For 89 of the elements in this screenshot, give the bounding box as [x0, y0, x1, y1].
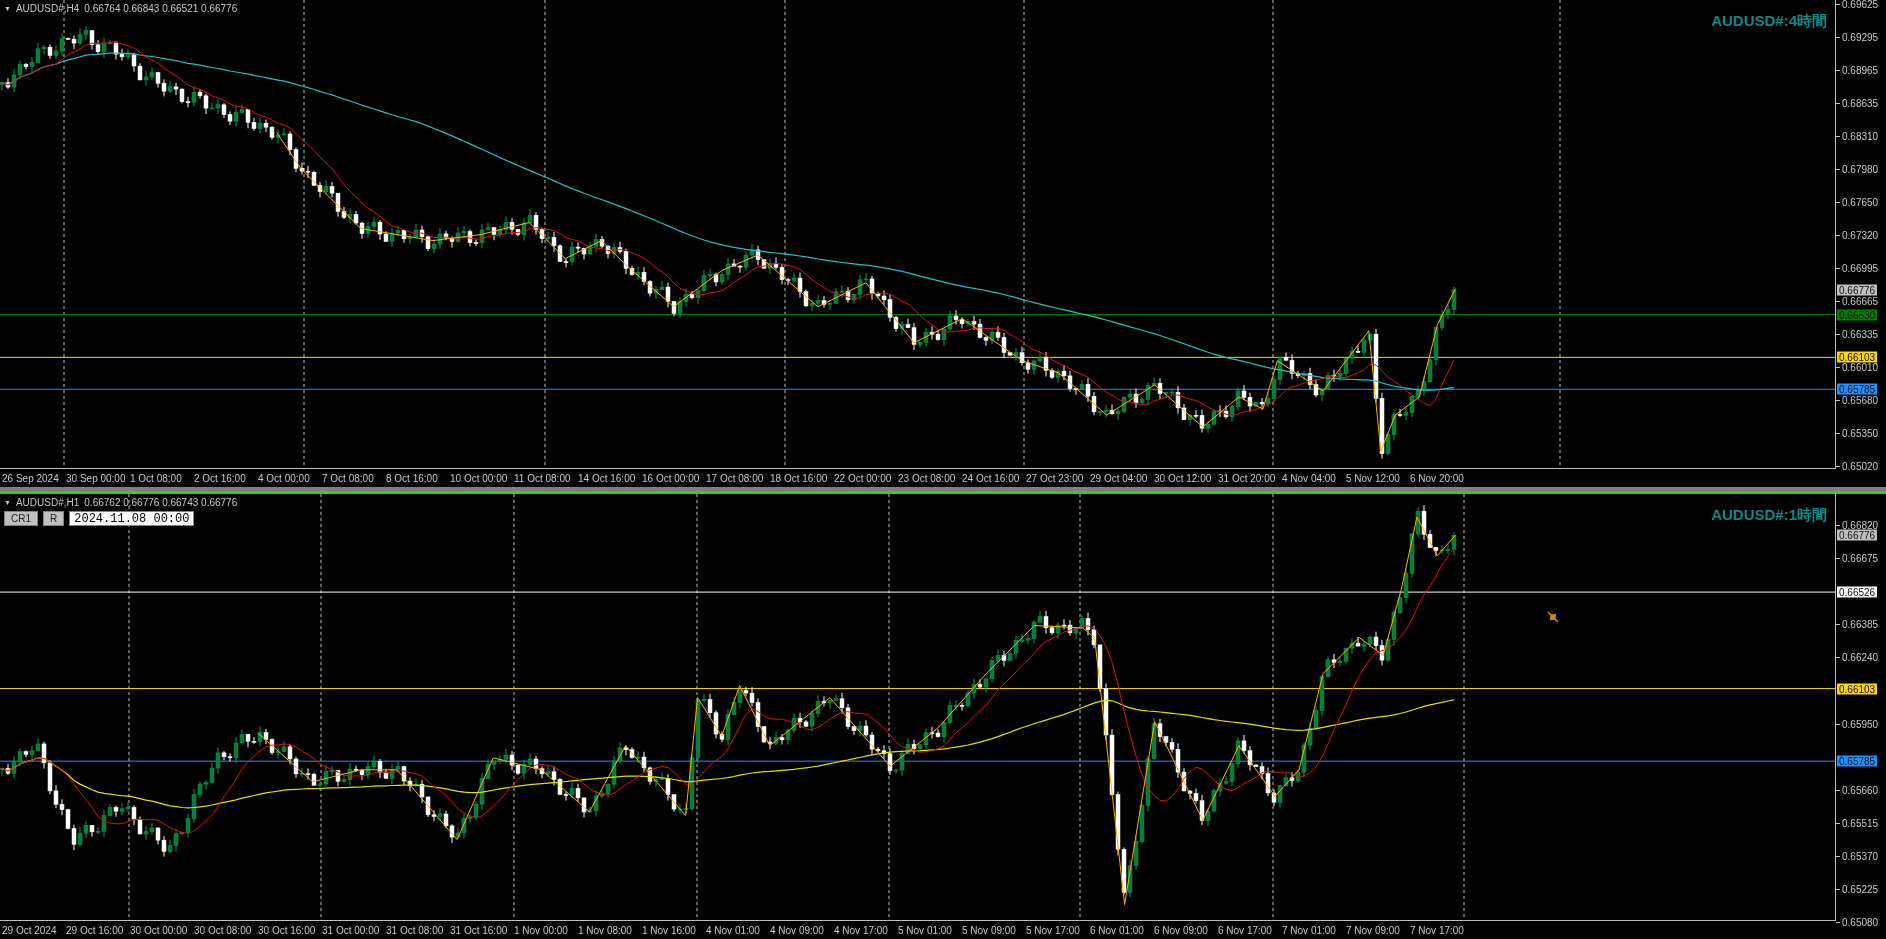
price-level-label: 0.66103 — [1837, 351, 1878, 363]
time-axis-label: 31 Oct 00:00 — [322, 924, 381, 936]
time-axis-label: 6 Nov 17:00 — [1218, 924, 1273, 936]
time-axis-label: 1 Nov 16:00 — [642, 924, 697, 936]
time-axis-label: 31 Oct 20:00 — [1218, 472, 1277, 484]
time-axis-label: 22 Oct 00:00 — [834, 472, 893, 484]
time-axis-label: 5 Nov 09:00 — [962, 924, 1017, 936]
time-axis-label: 18 Oct 16:00 — [770, 472, 829, 484]
time-axis-label: 4 Nov 01:00 — [706, 924, 761, 936]
price-tick-label: 0.67650 — [1842, 196, 1879, 208]
time-axis-label: 4 Nov 09:00 — [770, 924, 825, 936]
price-tick-label: 0.69295 — [1842, 31, 1879, 43]
price-tick-label: 0.65225 — [1842, 883, 1879, 895]
time-axis-label: 30 Oct 16:00 — [258, 924, 317, 936]
time-axis-label: 31 Oct 16:00 — [450, 924, 509, 936]
price-level-label: 0.66530 — [1837, 309, 1878, 320]
time-axis-label: 30 Oct 00:00 — [130, 924, 189, 936]
symbol-label: AUDUSD#,H4 — [15, 3, 80, 14]
time-axis-label: 1 Oct 08:00 — [130, 472, 183, 484]
time-axis-label: 26 Sep 2024 — [2, 472, 60, 484]
price-tick-label: 0.66335 — [1842, 328, 1879, 340]
price-tick-label: 0.68965 — [1842, 64, 1879, 76]
time-axis-label: 5 Nov 17:00 — [1026, 924, 1081, 936]
current-price-label: 0.66776 — [1837, 284, 1878, 296]
price-tick-label: 0.65350 — [1842, 427, 1879, 439]
time-axis-label: 31 Oct 08:00 — [386, 924, 445, 936]
price-tick-label: 0.67320 — [1842, 229, 1879, 241]
price-level-label: 0.65785 — [1837, 755, 1878, 767]
price-tick-label: 0.66675 — [1842, 552, 1879, 564]
price-tick-label: 0.66665 — [1842, 295, 1879, 307]
time-axis-label: 2 Oct 16:00 — [194, 472, 247, 484]
time-axis-label: 30 Sep 00:00 — [66, 472, 127, 484]
ohlc-values: 0.66762 0.66776 0.66743 0.66776 — [84, 497, 238, 508]
current-price-label: 0.66776 — [1837, 529, 1878, 541]
satellite-icon — [1546, 610, 1560, 624]
time-axis-label: 5 Nov 12:00 — [1346, 472, 1401, 484]
price-level-label: 0.66103 — [1837, 683, 1878, 695]
time-axis-label: 27 Oct 23:00 — [1026, 472, 1085, 484]
price-tick-label: 0.66385 — [1842, 618, 1879, 630]
time-axis-label: 23 Oct 08:00 — [898, 472, 957, 484]
price-tick-label: 0.66820 — [1842, 519, 1879, 531]
price-tick-label: 0.65660 — [1842, 784, 1879, 796]
time-axis-label: 4 Nov 04:00 — [1282, 472, 1337, 484]
time-axis-label: 6 Nov 20:00 — [1410, 472, 1465, 484]
time-axis-label: 4 Nov 17:00 — [834, 924, 889, 936]
time-axis-label: 29 Oct 04:00 — [1090, 472, 1149, 484]
price-tick-label: 0.65080 — [1842, 916, 1879, 928]
price-tick-label: 0.65515 — [1842, 817, 1879, 829]
price-tick-label: 0.65370 — [1842, 850, 1879, 862]
time-axis-label: 1 Nov 08:00 — [578, 924, 633, 936]
time-axis-label: 8 Oct 16:00 — [386, 472, 439, 484]
time-axis-label: 4 Oct 00:00 — [258, 472, 311, 484]
time-axis-label: 6 Nov 09:00 — [1154, 924, 1209, 936]
ohlc-values: 0.66764 0.66843 0.66521 0.66776 — [84, 3, 238, 14]
time-axis-label: 17 Oct 08:00 — [706, 472, 765, 484]
chart-title: AUDUSD#:1時間 — [1711, 506, 1827, 525]
time-axis-label: 1 Nov 00:00 — [514, 924, 569, 936]
price-tick-label: 0.69625 — [1842, 0, 1879, 10]
price-tick-label: 0.65680 — [1842, 394, 1879, 406]
time-axis-label: 5 Nov 01:00 — [898, 924, 953, 936]
tool-button[interactable]: R — [43, 511, 65, 526]
time-axis-label: 7 Nov 17:00 — [1410, 924, 1465, 936]
price-tick-label: 0.68635 — [1842, 97, 1879, 109]
time-axis-label: 7 Oct 08:00 — [322, 472, 375, 484]
price-tick-label: 0.66995 — [1842, 262, 1879, 274]
time-axis-label: 11 Oct 08:00 — [514, 472, 572, 484]
time-axis-label: 10 Oct 00:00 — [450, 472, 509, 484]
time-axis-label: 6 Nov 01:00 — [1090, 924, 1145, 936]
time-axis-label: 29 Oct 2024 — [2, 924, 58, 936]
time-axis-label: 16 Oct 00:00 — [642, 472, 701, 484]
price-tick-label: 0.68310 — [1842, 130, 1879, 142]
price-level-label: 0.65785 — [1837, 383, 1878, 395]
price-tick-label: 0.66240 — [1842, 651, 1879, 663]
price-tick-label: 0.65950 — [1842, 718, 1879, 729]
date-input-field[interactable]: 2024.11.08 00:00 — [69, 511, 195, 526]
price-tick-label: 0.65020 — [1842, 460, 1879, 472]
time-axis-label: 30 Oct 12:00 — [1154, 472, 1213, 484]
time-axis-label: 29 Oct 16:00 — [66, 924, 125, 936]
chart-title: AUDUSD#:4時間 — [1711, 12, 1827, 31]
price-tick-label: 0.67980 — [1842, 163, 1879, 175]
time-axis-label: 7 Nov 09:00 — [1346, 924, 1401, 936]
time-axis-label: 24 Oct 16:00 — [962, 472, 1021, 484]
price-tick-label: 0.66010 — [1842, 361, 1879, 373]
time-axis-label: 7 Nov 01:00 — [1282, 924, 1337, 936]
symbol-label: AUDUSD#,H1 — [15, 497, 80, 508]
price-level-label: 0.66526 — [1837, 586, 1878, 598]
time-axis-label: 14 Oct 16:00 — [578, 472, 637, 484]
time-axis-label: 30 Oct 08:00 — [194, 924, 253, 936]
tool-button[interactable]: CR1 — [4, 511, 38, 526]
